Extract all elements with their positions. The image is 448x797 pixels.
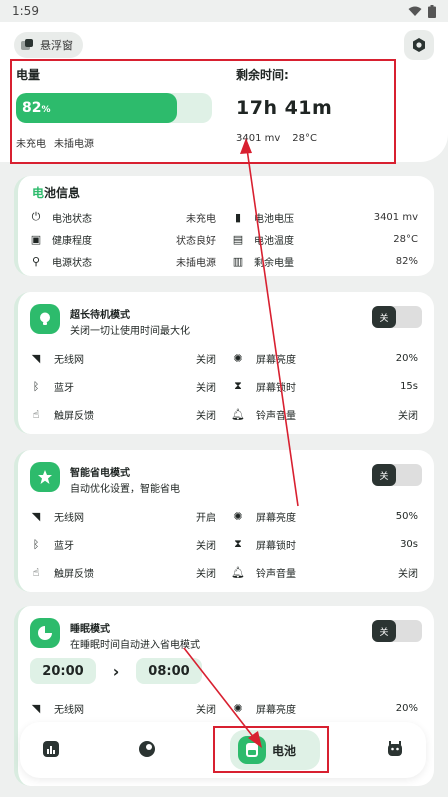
annotation-arrows [183, 138, 299, 748]
